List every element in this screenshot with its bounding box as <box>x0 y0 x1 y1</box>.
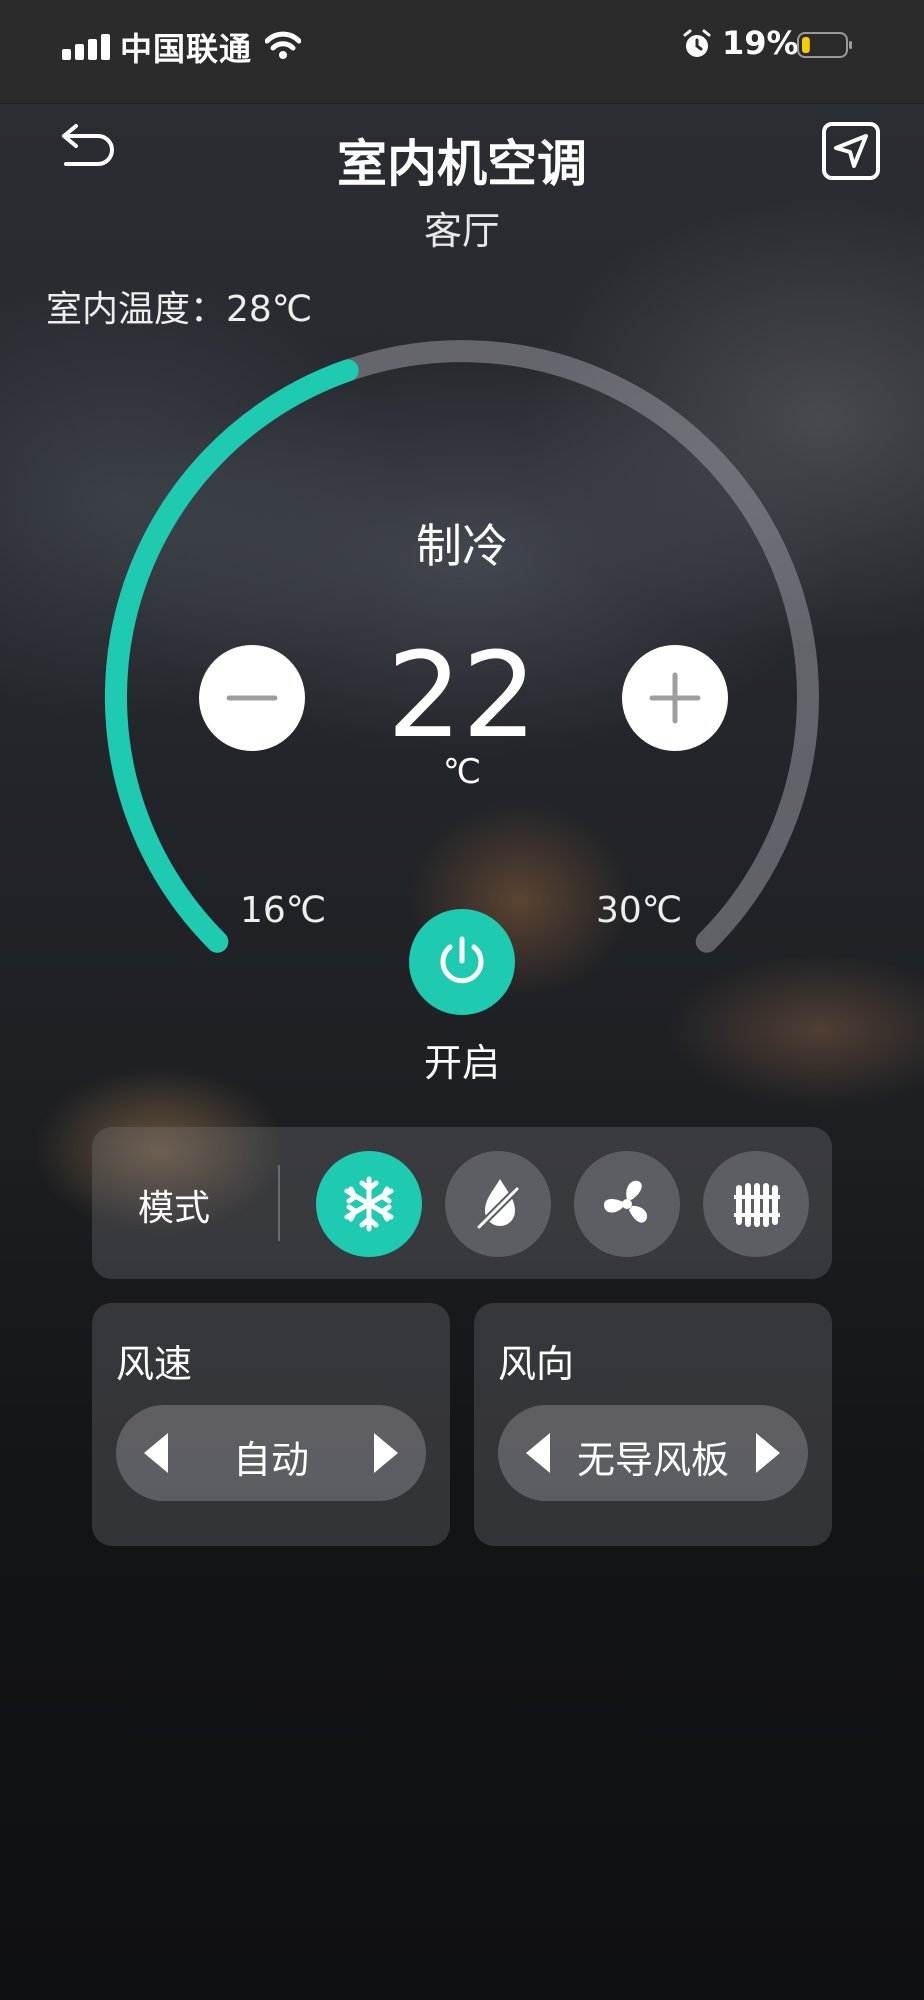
air-direction-value: 无导风板 <box>576 1438 729 1482</box>
dehumidify-icon <box>475 1179 521 1231</box>
mode-cool-button[interactable] <box>316 1151 422 1257</box>
snowflake-icon <box>344 1176 394 1232</box>
fan-speed-next-button[interactable] <box>372 1431 402 1475</box>
mode-panel-label: 模式 <box>138 1188 211 1229</box>
air-direction-selector: 无导风板 <box>498 1405 808 1501</box>
temperature-dial[interactable] <box>0 0 924 1000</box>
mode-fan-button[interactable] <box>574 1151 680 1257</box>
set-temperature: 22 <box>386 626 538 764</box>
minus-icon <box>226 695 278 701</box>
fan-speed-card: 风速 自动 <box>92 1303 450 1546</box>
heater-icon <box>734 1183 780 1227</box>
fan-icon <box>603 1180 648 1223</box>
plus-icon <box>649 672 701 724</box>
mode-heat-button[interactable] <box>703 1151 809 1257</box>
increase-temp-button[interactable] <box>622 645 728 751</box>
temperature-unit: ℃ <box>442 752 482 792</box>
air-direction-next-button[interactable] <box>754 1431 784 1475</box>
fan-speed-value: 自动 <box>232 1438 309 1482</box>
air-direction-card: 风向 无导风板 <box>474 1303 832 1546</box>
divider <box>278 1165 280 1241</box>
fan-speed-prev-button[interactable] <box>140 1431 170 1475</box>
fan-speed-title: 风速 <box>116 1342 193 1386</box>
max-temp-label: 30℃ <box>596 890 683 931</box>
power-button[interactable] <box>409 909 515 1015</box>
mode-dry-button[interactable] <box>445 1151 551 1257</box>
decrease-temp-button[interactable] <box>199 645 305 751</box>
power-icon <box>440 936 484 984</box>
fan-speed-selector: 自动 <box>116 1405 426 1501</box>
air-direction-prev-button[interactable] <box>522 1431 552 1475</box>
mode-panel: 模式 <box>92 1127 832 1279</box>
air-direction-title: 风向 <box>498 1342 575 1386</box>
min-temp-label: 16℃ <box>240 890 327 931</box>
current-mode-label: 制冷 <box>416 519 508 573</box>
power-label: 开启 <box>423 1041 500 1085</box>
